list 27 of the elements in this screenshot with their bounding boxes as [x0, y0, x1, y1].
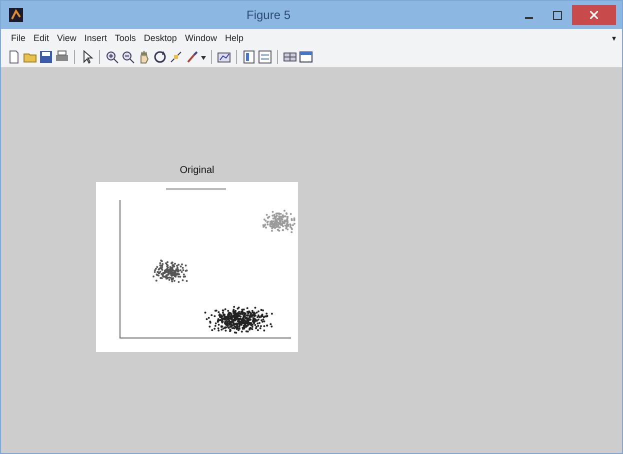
legend-icon[interactable] [258, 50, 272, 64]
menu-item[interactable]: Insert [82, 33, 113, 43]
maximize-icon [552, 10, 562, 20]
print-icon[interactable] [55, 50, 69, 64]
brush-icon[interactable] [185, 50, 199, 64]
grid-icon[interactable] [283, 50, 297, 64]
menu-item[interactable]: View [55, 33, 82, 43]
menu-item[interactable]: Help [222, 33, 250, 43]
save-icon[interactable] [39, 50, 53, 64]
close-button[interactable] [572, 5, 616, 25]
menu-item[interactable]: Window [182, 33, 223, 43]
zoom-out-icon[interactable] [121, 50, 135, 64]
menu-item[interactable]: Tools [112, 33, 142, 43]
menu-item[interactable]: Desktop [142, 33, 183, 43]
app-logo-icon [9, 8, 23, 22]
colorbar-icon[interactable] [242, 50, 256, 64]
axes-title: Original [178, 165, 216, 176]
zoom-in-icon[interactable] [105, 50, 119, 64]
data-cursor-icon[interactable] [169, 50, 183, 64]
new-file-icon[interactable] [7, 50, 21, 64]
menu-item[interactable]: Edit [32, 33, 56, 43]
menu-overflow[interactable]: ▾ [612, 34, 616, 42]
panel-icon[interactable] [299, 50, 313, 64]
rotate-icon[interactable] [153, 50, 167, 64]
menu-item[interactable]: File [9, 33, 32, 43]
close-icon [590, 11, 598, 19]
window-title: Figure 5 [245, 8, 292, 22]
